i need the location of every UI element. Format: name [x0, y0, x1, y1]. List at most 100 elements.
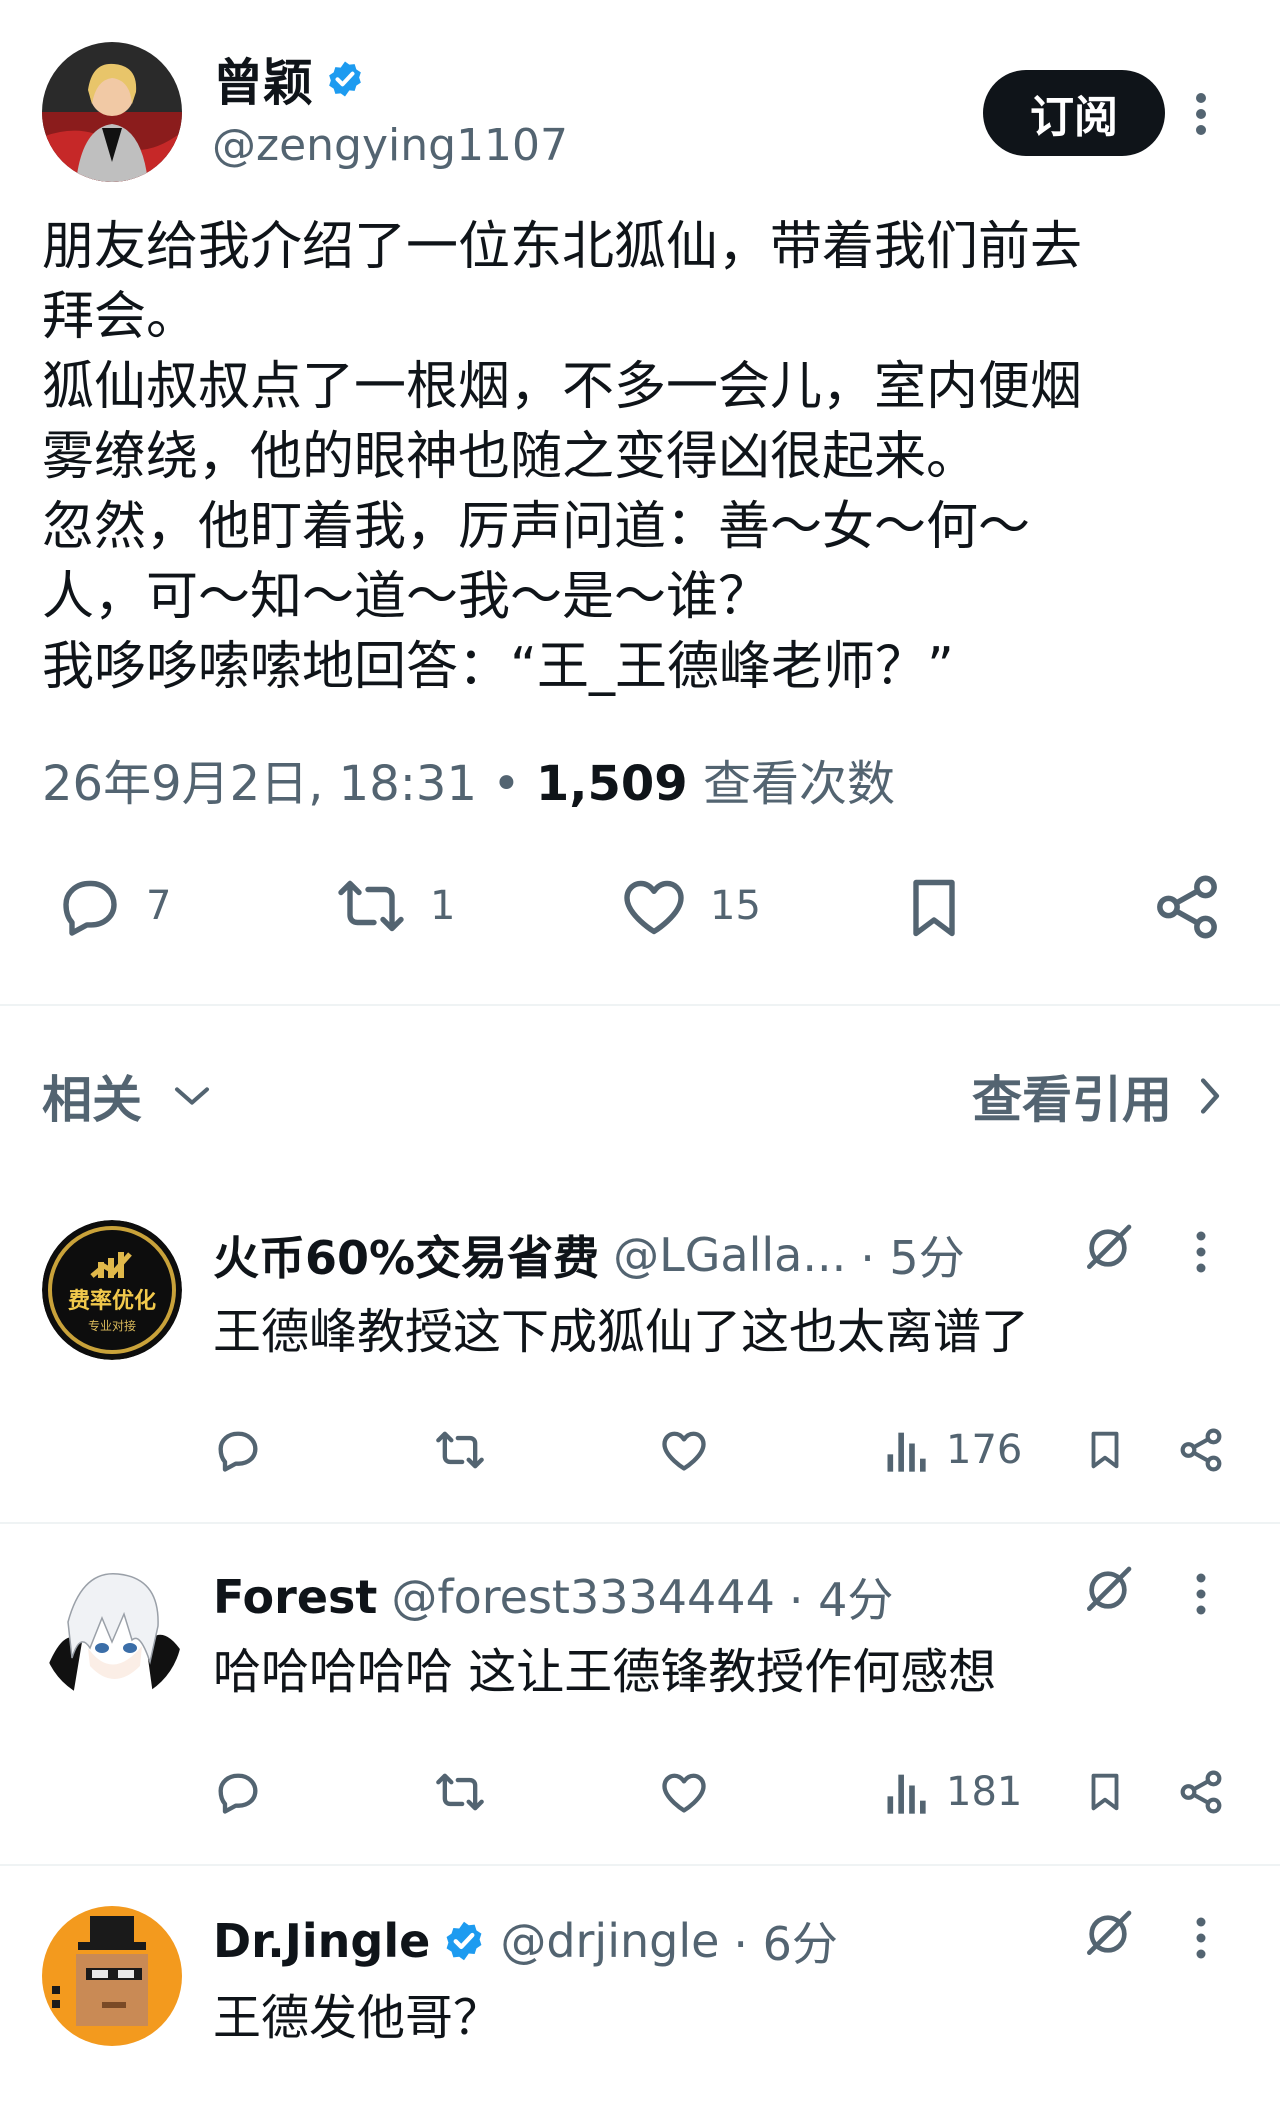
retweet-count: 1: [430, 883, 456, 929]
view-quotes-label: 查看引用: [972, 1071, 1172, 1129]
reply-icon: [212, 1766, 264, 1818]
reply-icon: [212, 1424, 264, 1476]
views-count: 181: [946, 1769, 1023, 1815]
reply-actions: 176: [0, 1424, 1280, 1484]
bookmark-icon: [1082, 1424, 1128, 1476]
share-button[interactable]: [1176, 1424, 1226, 1476]
related-toggle[interactable]: 相关: [42, 1060, 212, 1132]
retweet-icon: [432, 1766, 488, 1818]
reply-author-name[interactable]: Forest: [213, 1570, 377, 1624]
reply-actions: 181: [0, 1766, 1280, 1826]
reply-author-handle[interactable]: @LGalla...: [613, 1228, 846, 1282]
avatar-subtext: 专业对接: [88, 1318, 136, 1333]
retweet-icon: [432, 1424, 488, 1476]
reply-icon: [52, 870, 128, 942]
retweet-button[interactable]: [432, 1424, 488, 1476]
views-button[interactable]: 176: [884, 1424, 1022, 1476]
avatar-text: 费率优化: [68, 1288, 156, 1314]
reply-button[interactable]: [212, 1424, 264, 1476]
tweet-meta: 26年9月2日, 18:31 • 1,509 查看次数: [42, 744, 895, 814]
grok-icon[interactable]: [1080, 1220, 1136, 1276]
tweet-text-line: 拜会。: [42, 287, 199, 347]
tweet-text-line: 我哆哆嗦嗦地回答：“王_王德峰老师？”: [42, 637, 954, 697]
chevron-down-icon: [172, 1081, 212, 1111]
share-button[interactable]: [1176, 1766, 1226, 1818]
more-icon[interactable]: [1193, 1916, 1209, 1960]
views-icon: [884, 1424, 930, 1476]
verified-badge-icon: [325, 59, 365, 99]
reply-time[interactable]: · 5分: [860, 1222, 965, 1288]
reply-avatar[interactable]: [42, 1906, 182, 2046]
divider: [0, 1004, 1280, 1006]
tweet-text-line: 狐仙叔叔点了一根烟，不多一会儿，室内便烟: [42, 357, 1083, 417]
tweet-text-line: 人，可～知～道～我～是～谁？: [42, 567, 771, 627]
tweet-text-line: 雾缭绕，他的眼神也随之变得凶很起来。: [42, 427, 979, 487]
author-name[interactable]: 曾颖: [213, 43, 313, 115]
like-button[interactable]: 15: [616, 870, 761, 942]
reply-author-handle[interactable]: @forest3334444: [391, 1570, 774, 1624]
reply-text: 哈哈哈哈哈 这让王德锋教授作何感想: [213, 1644, 997, 1700]
divider: [0, 1864, 1280, 1866]
reply-text: 王德发他哥？: [213, 1990, 502, 2046]
tweet-text-line: 忽然，他盯着我，厉声问道：善～女～何～: [42, 497, 1031, 557]
reply-item[interactable]: 费率优化 专业对接 火币60%交易省费 @LGalla... · 5分 王德峰教…: [0, 1220, 1280, 1520]
share-icon: [1176, 1766, 1226, 1818]
view-quotes-link[interactable]: 查看引用: [972, 1060, 1222, 1132]
author-name-row[interactable]: 曾颖: [213, 48, 365, 112]
bookmark-icon: [898, 870, 970, 946]
tweet-text: 朋友给我介绍了一位东北狐仙，带着我们前去 拜会。 狐仙叔叔点了一根烟，不多一会儿…: [42, 212, 1242, 702]
reply-item[interactable]: Forest @forest3334444 · 4分 哈哈哈哈哈 这让王德锋教授…: [0, 1562, 1280, 1862]
related-label: 相关: [42, 1071, 142, 1129]
grok-icon[interactable]: [1080, 1906, 1136, 1962]
reply-button[interactable]: 7: [52, 870, 171, 942]
reply-item[interactable]: Dr.Jingle @drjingle · 6分 王德发他哥？: [0, 1906, 1280, 2101]
like-button[interactable]: [658, 1766, 710, 1818]
more-icon[interactable]: [1193, 1572, 1209, 1616]
reply-header: Forest @forest3334444 · 4分: [213, 1564, 893, 1630]
share-icon: [1150, 870, 1224, 944]
reply-button[interactable]: [212, 1766, 264, 1818]
reply-header: 火币60%交易省费 @LGalla... · 5分: [213, 1222, 965, 1288]
views-label: 查看次数: [702, 756, 895, 812]
views-count: 176: [946, 1427, 1023, 1473]
reply-time[interactable]: · 4分: [789, 1564, 894, 1630]
reply-time[interactable]: · 6分: [733, 1908, 838, 1974]
more-icon[interactable]: [1193, 90, 1209, 138]
verified-badge-icon: [442, 1919, 486, 1963]
reply-author-handle[interactable]: @drjingle: [500, 1914, 719, 1968]
like-count: 15: [710, 883, 761, 929]
bookmark-button[interactable]: [1082, 1766, 1128, 1818]
bookmark-icon: [1082, 1766, 1128, 1818]
reply-header: Dr.Jingle @drjingle · 6分: [213, 1908, 838, 1974]
chevron-right-icon: [1198, 1075, 1222, 1117]
reply-avatar[interactable]: 费率优化 专业对接: [42, 1220, 182, 1360]
views-count: 1,509: [535, 756, 688, 812]
reply-author-name[interactable]: 火币60%交易省费: [213, 1222, 599, 1288]
reply-avatar[interactable]: [42, 1562, 182, 1702]
reply-text: 王德峰教授这下成狐仙了这也太离谱了: [213, 1304, 1030, 1360]
like-icon: [616, 870, 692, 942]
bookmark-button[interactable]: [1082, 1424, 1128, 1476]
subscribe-button[interactable]: 订阅: [983, 70, 1165, 156]
meta-separator: •: [492, 756, 521, 812]
retweet-button[interactable]: [432, 1766, 488, 1818]
views-button[interactable]: 181: [884, 1766, 1022, 1818]
more-icon[interactable]: [1193, 1230, 1209, 1274]
tweet-actions: 7 1 15: [0, 870, 1280, 950]
share-button[interactable]: [1150, 870, 1224, 944]
tweet-text-line: 朋友给我介绍了一位东北狐仙，带着我们前去: [42, 217, 1083, 277]
like-button[interactable]: [658, 1424, 710, 1476]
bookmark-button[interactable]: [898, 870, 970, 946]
retweet-icon: [330, 870, 412, 942]
reply-author-name[interactable]: Dr.Jingle: [213, 1914, 430, 1968]
share-icon: [1176, 1424, 1226, 1476]
tweet-timestamp[interactable]: 26年9月2日, 18:31: [42, 756, 477, 812]
reply-count: 7: [146, 883, 172, 929]
like-icon: [658, 1766, 710, 1818]
grok-icon[interactable]: [1080, 1562, 1136, 1618]
author-avatar[interactable]: [42, 42, 182, 182]
author-handle[interactable]: @zengying1107: [212, 120, 568, 171]
views-icon: [884, 1766, 930, 1818]
retweet-button[interactable]: 1: [330, 870, 455, 942]
divider: [0, 1522, 1280, 1524]
